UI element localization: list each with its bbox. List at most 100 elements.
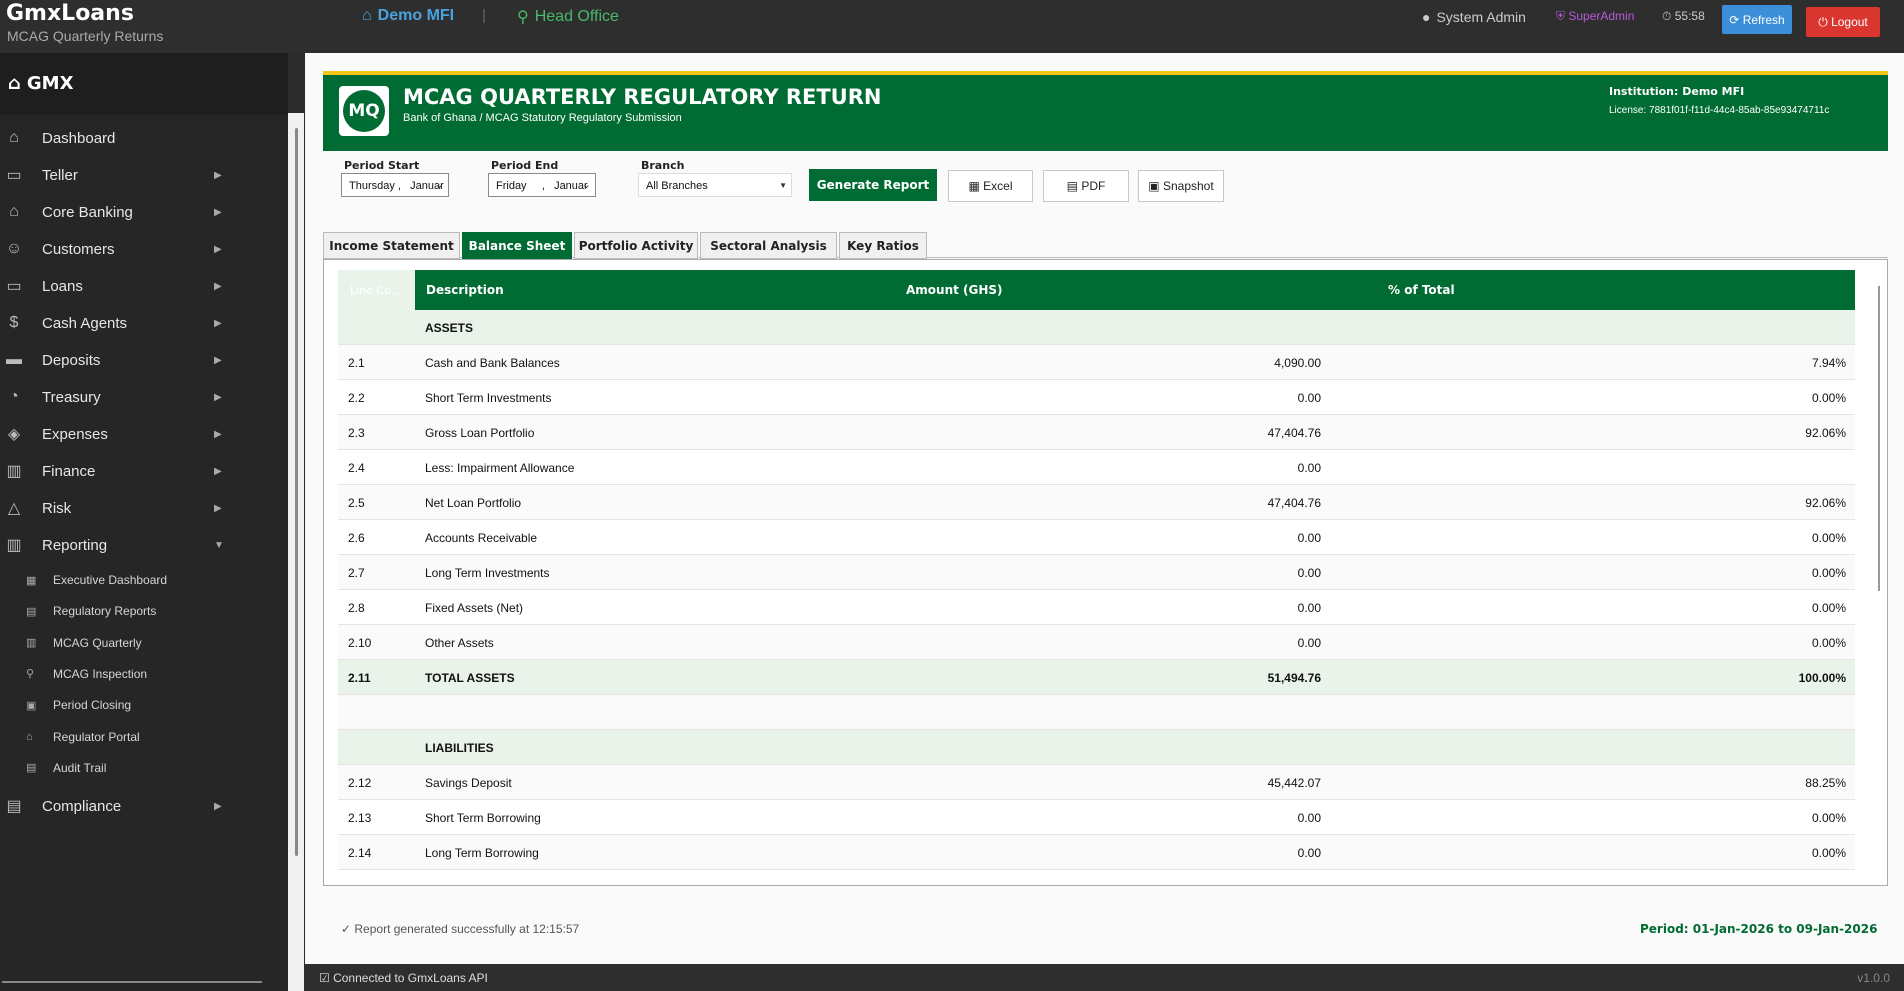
period-start-picker[interactable]: Thursday , Januar ⌄ (341, 173, 449, 197)
excel-label: Excel (983, 179, 1013, 193)
office-selector[interactable]: ⚲ Head Office (517, 7, 619, 27)
session-timer: ⏱ 55:58 (1662, 9, 1705, 24)
cell-percent: 7.94% (1811, 356, 1846, 370)
table-row[interactable]: 2.4 Less: Impairment Allowance 0.00 (338, 450, 1855, 485)
pdf-button[interactable]: ▤ PDF (1043, 170, 1129, 202)
table-row[interactable]: 2.3 Gross Loan Portfolio 47,404.76 92.06… (338, 415, 1855, 450)
cell-line-code: 2.14 (348, 846, 372, 860)
cell-percent: 0.00% (1811, 846, 1846, 860)
table-scrollbar[interactable] (1878, 286, 1880, 591)
cell-description: ASSETS (425, 321, 474, 335)
balance-sheet-table: Line Co... Description Amount (GHS) % of… (338, 270, 1855, 870)
cell-percent: 0.00% (1811, 636, 1846, 650)
sidebar-item-deposits[interactable]: ▬ Deposits ▶ (0, 345, 230, 375)
dropdown-arrow-icon: ▼ (779, 181, 787, 190)
excel-button[interactable]: ▦ Excel (948, 170, 1033, 202)
building-icon: ⌂ (362, 7, 372, 24)
sidebar-item-loans[interactable]: ▭ Loans ▶ (0, 271, 230, 301)
snapshot-icon: ▣ (1148, 179, 1160, 193)
table-row[interactable] (338, 695, 1855, 730)
sidebar-item-label: Customers (42, 240, 115, 258)
table-row[interactable]: 2.8 Fixed Assets (Net) 0.00 0.00% (338, 590, 1855, 625)
institution-label: Institution: Demo MFI (1609, 85, 1745, 98)
snapshot-button[interactable]: ▣ Snapshot (1138, 170, 1224, 202)
report-icon: ▤ (26, 605, 37, 618)
main-content: MQ MCAG QUARTERLY REGULATORY RETURN Bank… (305, 53, 1904, 964)
table-row[interactable]: 2.13 Short Term Borrowing 0.00 0.00% (338, 800, 1855, 835)
cell-amount: 0.00 (1297, 531, 1321, 545)
status-message: ✓ Report generated successfully at 12:15… (341, 922, 580, 936)
logout-label: Logout (1831, 14, 1868, 29)
sidebar-subitem-label: MCAG Inspection (53, 666, 148, 681)
tab-income-statement[interactable]: Income Statement (323, 232, 460, 259)
branch-select[interactable]: All Branches ▼ (638, 173, 792, 197)
table-row[interactable]: 2.7 Long Term Investments 0.00 0.00% (338, 555, 1855, 590)
col-percent[interactable]: % of Total (1388, 283, 1455, 297)
sidebar-item-expenses[interactable]: ◈ Expenses ▶ (0, 419, 230, 449)
treasury-icon: ◔ (9, 388, 19, 405)
cell-amount: 4,090.00 (1274, 356, 1321, 370)
sidebar-item-teller[interactable]: ▭ Teller ▶ (0, 160, 230, 190)
cell-percent: 0.00% (1811, 391, 1846, 405)
cell-description: Gross Loan Portfolio (425, 426, 535, 440)
chevron-down-icon: ▼ (214, 539, 224, 551)
sidebar-item-compliance[interactable]: ▤ Compliance ▶ (0, 791, 230, 821)
generate-report-button[interactable]: Generate Report (809, 169, 937, 201)
report-tabs: Income Statement Balance Sheet Portfolio A… (323, 232, 1888, 259)
table-row[interactable]: 2.2 Short Term Investments 0.00 0.00% (338, 380, 1855, 415)
sidebar-subitem-regulator-portal[interactable]: ⌂ Regulator Portal (0, 725, 230, 749)
period-end-picker[interactable]: Friday , Januar ⌄ (488, 173, 596, 197)
total-row[interactable]: 2.11 TOTAL ASSETS 51,494.76 100.00% (338, 660, 1855, 695)
sidebar-item-label: Reporting (42, 536, 108, 554)
tab-balance-sheet[interactable]: Balance Sheet (462, 232, 572, 259)
col-description[interactable]: Description (426, 283, 504, 297)
sidebar-item-finance[interactable]: ▥ Finance ▶ (0, 456, 230, 486)
sidebar-subitem-label: Period Closing (53, 698, 132, 713)
sidebar-item-core-banking[interactable]: ⌂ Core Banking ▶ (0, 197, 230, 227)
logout-button[interactable]: ⏻ Logout (1806, 7, 1880, 37)
table-row[interactable]: 2.5 Net Loan Portfolio 47,404.76 92.06% (338, 485, 1855, 520)
sidebar-item-cash-agents[interactable]: $ Cash Agents ▶ (0, 308, 230, 338)
role-badge: ⛨ SuperAdmin (1556, 9, 1634, 24)
license-label: License: 7881f01f-f11d-44c4-85ab-85e9347… (1609, 105, 1830, 116)
table-row[interactable]: 2.6 Accounts Receivable 0.00 0.00% (338, 520, 1855, 555)
tab-key-ratios[interactable]: Key Ratios (839, 232, 927, 259)
sidebar-subitem-mcag-inspection[interactable]: ⚲ MCAG Inspection (0, 662, 230, 686)
col-amount[interactable]: Amount (GHS) (906, 283, 1003, 297)
sidebar-item-dashboard[interactable]: ⌂ Dashboard (0, 123, 230, 153)
sidebar-item-risk[interactable]: △ Risk ▶ (0, 493, 230, 523)
sidebar-subitem-audit-trail[interactable]: ▤ Audit Trail (0, 756, 230, 780)
sidebar-subitem-mcag-quarterly[interactable]: ▥ MCAG Quarterly (0, 631, 230, 655)
cell-description: Other Assets (425, 636, 494, 650)
report-logo: MQ (339, 86, 389, 136)
connection-status: ☑ Connected to GmxLoans API (319, 971, 488, 985)
sidebar-item-customers[interactable]: ☺ Customers ▶ (0, 234, 230, 264)
table-row[interactable]: 2.10 Other Assets 0.00 0.00% (338, 625, 1855, 660)
location-pin-icon: ⚲ (517, 9, 529, 26)
user-info: ● System Admin (1422, 9, 1526, 25)
tab-sectoral-analysis[interactable]: Sectoral Analysis (700, 232, 837, 259)
sidebar-item-label: Compliance (42, 797, 122, 815)
section-row[interactable]: LIABILITIES (338, 730, 1855, 765)
sidebar-scrollbar-thumb[interactable] (295, 128, 298, 856)
chevron-right-icon: ▶ (214, 317, 222, 329)
col-line-code[interactable]: Line Co... (338, 270, 415, 310)
section-row[interactable]: ASSETS (338, 310, 1855, 345)
cell-percent: 0.00% (1811, 531, 1846, 545)
table-row[interactable]: 2.1 Cash and Bank Balances 4,090.00 7.94… (338, 345, 1855, 380)
tab-portfolio-activity[interactable]: Portfolio Activity (574, 232, 698, 259)
sidebar-item-treasury[interactable]: ◔ Treasury ▶ (0, 382, 230, 412)
chevron-down-icon: ⌄ (581, 179, 591, 191)
sidebar-subitem-regulatory-reports[interactable]: ▤ Regulatory Reports (0, 599, 230, 623)
table-row[interactable]: 2.12 Savings Deposit 45,442.07 88.25% (338, 765, 1855, 800)
table-row[interactable]: 2.14 Long Term Borrowing 0.00 0.00% (338, 835, 1855, 870)
cell-line-code: 2.8 (348, 601, 365, 615)
refresh-button[interactable]: ⟳ Refresh (1722, 5, 1792, 34)
sidebar-item-reporting[interactable]: ▥ Reporting ▼ (0, 530, 230, 560)
org-selector[interactable]: ⌂ Demo MFI (362, 7, 454, 25)
sidebar-horizontal-scrollbar[interactable] (2, 981, 262, 983)
cell-line-code: 2.11 (348, 671, 371, 685)
sidebar-subitem-period-closing[interactable]: ▣ Period Closing (0, 693, 230, 717)
bank-icon: ⌂ (9, 203, 19, 220)
sidebar-subitem-executive-dashboard[interactable]: ▦ Executive Dashboard (0, 568, 230, 592)
